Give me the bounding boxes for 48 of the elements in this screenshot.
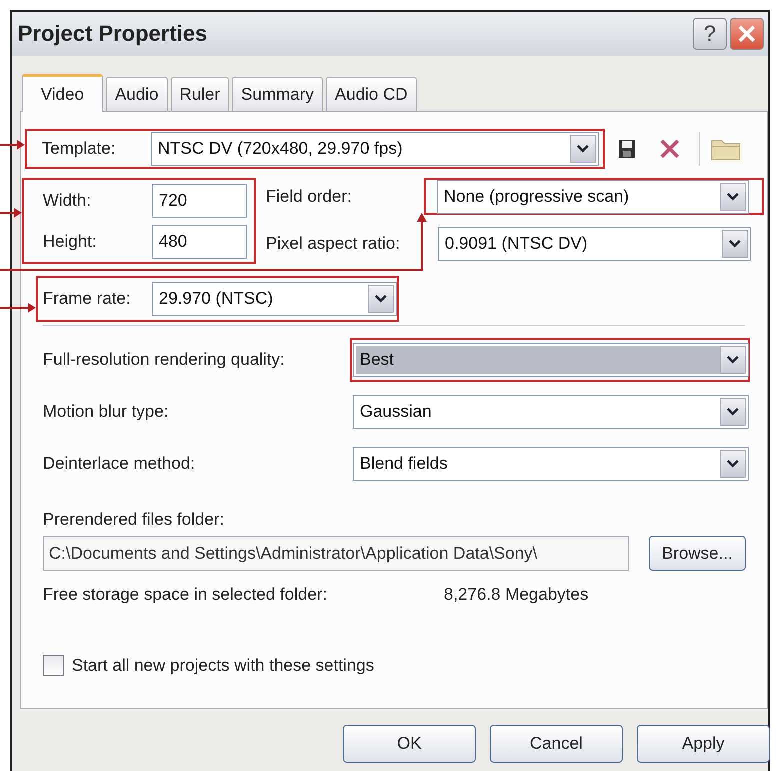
dropdown-field[interactable]: None (progressive scan)	[437, 180, 749, 214]
field-label: Pixel aspect ratio:	[266, 234, 402, 254]
tab[interactable]: Ruler	[170, 77, 230, 111]
field-label: Height:	[43, 232, 98, 252]
field-label: Template:	[42, 139, 117, 159]
chevron-down-icon	[727, 460, 739, 468]
close-button[interactable]	[730, 18, 764, 50]
browse-button[interactable]: Browse...	[649, 536, 746, 571]
tab[interactable]: Audio CD	[326, 77, 417, 111]
dropdown-field[interactable]: Blend fields	[353, 447, 749, 481]
folder-path-field[interactable]: C:\Documents and Settings\Administrator\Application Data\Sony\	[43, 536, 629, 571]
field-label: Free storage space in selected folder:	[43, 585, 328, 605]
help-button[interactable]: ?	[693, 18, 727, 50]
dialog-button[interactable]: Cancel	[490, 725, 623, 763]
dropdown-field[interactable]: 0.9091 (NTSC DV)	[438, 227, 751, 261]
field-label: Motion blur type:	[43, 402, 170, 422]
field-label: Field order:	[266, 186, 353, 206]
dropdown-field[interactable]: NTSC DV (720x480, 29.970 fps)	[151, 132, 599, 166]
chevron-down-icon	[727, 408, 739, 416]
window-title: Project Properties	[18, 21, 209, 47]
field-label: Full-resolution rendering quality:	[43, 350, 286, 370]
dialog-button[interactable]: OK	[343, 725, 476, 763]
tab[interactable]: Audio	[106, 77, 168, 111]
close-icon	[738, 25, 756, 43]
chevron-down-icon	[577, 145, 589, 153]
field-label: Prerendered files folder:	[43, 510, 224, 530]
dialog-button[interactable]: Apply	[637, 725, 770, 763]
chevron-down-icon	[375, 295, 387, 303]
chevron-down-icon	[727, 192, 739, 200]
dropdown-field[interactable]: Best	[353, 343, 749, 377]
save-icon[interactable]	[618, 139, 636, 159]
chevron-down-icon	[729, 240, 741, 248]
chevron-down-icon	[727, 356, 739, 364]
field-label: Frame rate:	[43, 289, 132, 309]
leader-arrow	[0, 303, 36, 313]
field-label: Width:	[43, 190, 92, 210]
tab[interactable]: Video	[22, 74, 104, 112]
storage-value: 8,276.8 Megabytes	[444, 585, 589, 605]
tab[interactable]: Summary	[232, 77, 324, 111]
delete-icon[interactable]	[660, 139, 680, 159]
dropdown-field[interactable]: 29.970 (NTSC)	[152, 282, 397, 316]
leader-arrow	[0, 140, 25, 150]
checkbox[interactable]	[43, 655, 64, 676]
checkbox-label: Start all new projects with these settings	[72, 656, 374, 676]
input-field[interactable]: 720	[152, 184, 247, 218]
input-field[interactable]: 480	[152, 224, 247, 258]
dropdown-field[interactable]: Gaussian	[353, 395, 749, 429]
field-label: Deinterlace method:	[43, 454, 196, 474]
